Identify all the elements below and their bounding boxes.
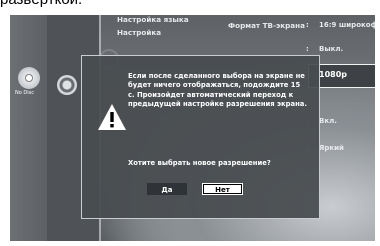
- submenu-list: Настройка языка Настройка: [117, 15, 207, 37]
- disc-icon: [18, 67, 40, 89]
- submenu-item-setup[interactable]: Настройка: [117, 28, 207, 37]
- confirm-dialog: Если после сделанного выбора на экране н…: [81, 55, 320, 219]
- dialog-question: Хотите выбрать новое разрешение?: [128, 159, 271, 167]
- setting-value-tv-format[interactable]: 16:9 широкоформ: [319, 21, 375, 29]
- setting-value-5[interactable]: Яркий: [319, 144, 344, 152]
- tv-screen: No Disc Настройка языка Настройка Формат…: [10, 15, 375, 241]
- disc-label: No Disc: [15, 90, 34, 96]
- caption-text: развёрткой.: [0, 0, 82, 8]
- no-button[interactable]: Нет: [202, 183, 243, 195]
- setting-value-resolution: 1080р: [319, 70, 347, 79]
- submenu-item-language[interactable]: Настройка языка: [117, 15, 207, 24]
- colon: :: [306, 21, 309, 29]
- setting-value-4[interactable]: Вкл.: [319, 117, 337, 125]
- dialog-message: Если после сделанного выбора на экране н…: [128, 72, 307, 108]
- tv-format-label: Формат ТВ-экрана: [228, 21, 305, 30]
- warning-icon: [98, 104, 126, 130]
- setting-value-2[interactable]: Выкл.: [319, 45, 343, 53]
- left-column: No Disc: [10, 15, 47, 241]
- gear-icon[interactable]: [57, 75, 77, 95]
- yes-button[interactable]: Да: [147, 183, 187, 195]
- colon: :: [306, 45, 309, 53]
